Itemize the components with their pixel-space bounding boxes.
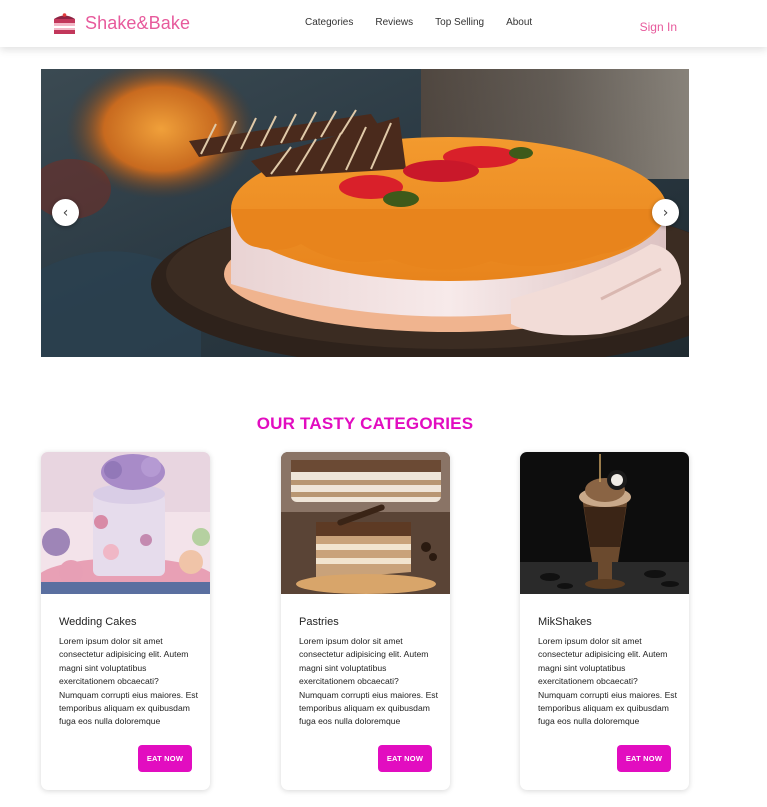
card-description: Lorem ipsum dolor sit amet consectetur a… — [299, 636, 438, 727]
category-card-pastries: Pastries Lorem ipsum dolor sit amet cons… — [281, 452, 450, 790]
nav-link-top-selling[interactable]: Top Selling — [435, 17, 484, 28]
card-title: Pastries — [299, 616, 339, 628]
eat-now-button[interactable]: EAT NOW — [617, 745, 671, 772]
card-title: Wedding Cakes — [59, 616, 137, 628]
nav-link-reviews[interactable]: Reviews — [375, 17, 413, 28]
nav-link-about[interactable]: About — [506, 17, 532, 28]
navbar: Shake&Bake Categories Reviews Top Sellin… — [0, 0, 767, 47]
carousel-image-orange-cake — [41, 69, 689, 357]
main-nav: Categories Reviews Top Selling About — [305, 17, 554, 28]
chevron-right-icon: › — [662, 204, 669, 221]
brand-name: Shake&Bake — [85, 13, 191, 33]
sign-in-link[interactable]: Sign In — [640, 20, 677, 34]
card-description: Lorem ipsum dolor sit amet consectetur a… — [59, 636, 198, 727]
categories-heading: OUR TASTY CATEGORIES — [256, 414, 474, 433]
eat-now-button[interactable]: EAT NOW — [378, 745, 432, 772]
card-title: MikShakes — [538, 616, 592, 628]
cake-icon — [54, 13, 75, 34]
category-card-wedding-cakes: Wedding Cakes Lorem ipsum dolor sit amet… — [41, 452, 210, 790]
card-image-milkshake — [520, 452, 689, 594]
card-image-wedding-cake — [41, 452, 210, 594]
eat-now-button[interactable]: EAT NOW — [138, 745, 192, 772]
nav-link-categories[interactable]: Categories — [305, 17, 353, 28]
carousel-next-button[interactable]: › — [652, 199, 679, 226]
card-description: Lorem ipsum dolor sit amet consectetur a… — [538, 636, 677, 727]
category-card-milkshakes: MikShakes Lorem ipsum dolor sit amet con… — [520, 452, 689, 790]
chevron-left-icon: ‹ — [62, 204, 69, 221]
card-image-pastry — [281, 452, 450, 594]
carousel-prev-button[interactable]: ‹ — [52, 199, 79, 226]
hero-carousel: ‹ › — [41, 69, 689, 357]
brand-logo[interactable]: Shake&Bake — [52, 11, 190, 36]
